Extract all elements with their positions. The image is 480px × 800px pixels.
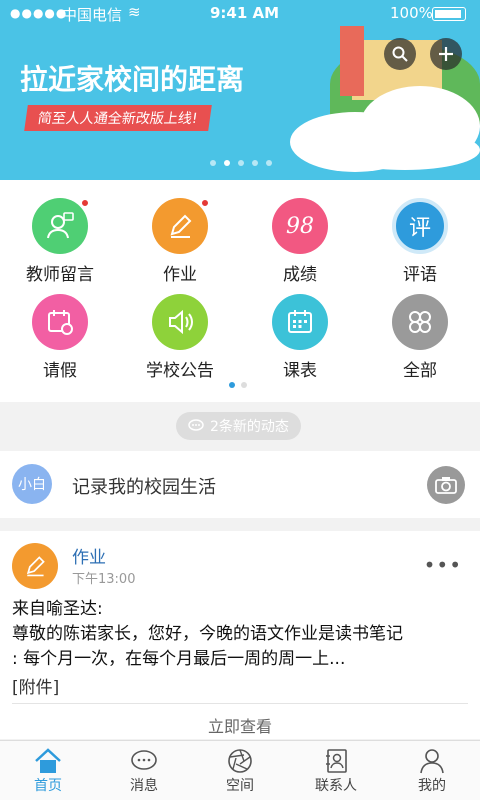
grid-label: 学校公告 <box>146 361 214 381</box>
announcement-speaker-icon <box>152 294 208 350</box>
grid-item-announcement[interactable]: 学校公告 <box>120 294 240 381</box>
page-dot <box>238 160 244 166</box>
grid-item-homework[interactable]: 作业 <box>120 198 240 285</box>
attachment-link[interactable]: [附件] <box>12 673 59 698</box>
grade-icon: 98 <box>272 198 328 254</box>
message-bubble-icon <box>131 750 157 770</box>
grid-item-leave[interactable]: 请假 <box>0 294 120 381</box>
contacts-icon <box>326 749 347 773</box>
grid-item-comments[interactable]: 评 评语 <box>360 198 480 285</box>
tab-label: 空间 <box>226 778 254 794</box>
homework-pencil-icon <box>12 543 58 589</box>
carrier-label: 中国电信 <box>62 6 123 24</box>
grid-item-schedule[interactable]: 课表 <box>240 294 360 381</box>
view-now-button[interactable]: 立即查看 <box>0 713 480 737</box>
user-avatar[interactable]: 小白 <box>12 464 52 504</box>
grid-label: 作业 <box>163 265 197 285</box>
homework-pencil-icon <box>152 198 210 254</box>
banner-title: 拉近家校间的距离 <box>20 63 245 96</box>
post-text: : 每个月一次，在每个月最后一周的周一上... <box>12 649 346 669</box>
camera-icon <box>435 477 457 494</box>
tab-space[interactable]: 空间 <box>192 747 288 795</box>
grid-label: 课表 <box>283 361 317 381</box>
post-sender: 来自喻圣达: <box>12 599 103 619</box>
page-dot <box>266 160 272 166</box>
tab-label: 消息 <box>130 778 158 794</box>
page-dot <box>210 160 216 166</box>
chat-bubble-icon <box>188 419 204 431</box>
record-life-bar[interactable]: 小白 记录我的校园生活 <box>0 451 480 518</box>
banner[interactable]: ●●●●● 中国电信 ≋ 9:41 AM 100% 拉近家校间的距离 简至人人通… <box>0 0 480 180</box>
tab-label: 联系人 <box>315 778 357 794</box>
banner-pagination <box>210 160 272 166</box>
post-text: 尊敬的陈诺家长，您好，今晚的语文作业是读书笔记 <box>12 624 403 644</box>
home-icon <box>35 748 61 773</box>
battery-percent: 100% <box>390 4 433 22</box>
search-icon <box>392 46 408 62</box>
tab-messages[interactable]: 消息 <box>96 747 192 795</box>
tab-home[interactable]: 首页 <box>0 747 96 795</box>
all-clover-icon <box>392 294 448 350</box>
leave-calendar-icon <box>32 294 88 350</box>
search-button[interactable] <box>384 38 416 70</box>
more-options-button[interactable]: ••• <box>424 553 462 577</box>
camera-button[interactable] <box>427 466 465 504</box>
comment-glyph: 评 <box>408 216 431 241</box>
page-dot <box>241 382 247 388</box>
grid-label: 教师留言 <box>26 265 94 285</box>
tab-bar: 首页 消息 空间 联系人 我的 <box>0 740 480 800</box>
battery-icon <box>432 7 466 21</box>
aperture-icon <box>228 749 252 773</box>
new-updates-pill[interactable]: 2条新的动态 <box>176 412 301 440</box>
tab-label: 首页 <box>34 778 62 794</box>
comment-icon: 评 <box>392 198 448 254</box>
status-bar: ●●●●● 中国电信 ≋ 9:41 AM 100% <box>0 0 480 28</box>
page-dot <box>252 160 258 166</box>
wifi-icon: ≋ <box>128 3 141 21</box>
post-time: 下午13:00 <box>72 572 136 587</box>
unread-badge <box>200 198 210 208</box>
add-button[interactable] <box>430 38 462 70</box>
post-title: 作业 <box>72 548 106 568</box>
grid-label: 全部 <box>403 361 437 381</box>
grid-label: 请假 <box>43 361 77 381</box>
plus-icon <box>439 47 453 61</box>
new-updates-label: 2条新的动态 <box>210 419 289 435</box>
grid-item-teacher-message[interactable]: 教师留言 <box>0 198 120 285</box>
grid-pagination <box>229 382 247 388</box>
signal-icon: ●●●●● <box>10 6 68 20</box>
banner-subtitle: 简至人人通全新改版上线! <box>24 105 212 131</box>
teacher-message-icon <box>32 198 90 254</box>
tab-label: 我的 <box>418 778 446 794</box>
schedule-calendar-icon <box>272 294 328 350</box>
divider <box>12 703 468 704</box>
unread-badge <box>80 198 90 208</box>
grid-label: 成绩 <box>283 265 317 285</box>
tab-me[interactable]: 我的 <box>384 747 480 795</box>
feed-card[interactable]: 作业 下午13:00 ••• 来自喻圣达: 尊敬的陈诺家长，您好，今晚的语文作业… <box>0 531 480 739</box>
tower-illustration <box>340 26 364 96</box>
clock: 9:41 AM <box>210 4 280 22</box>
feature-grid: 教师留言 作业 98 成绩 评 评语 请假 学校公告 课表 全部 <box>0 180 480 402</box>
post-body: 来自喻圣达: 尊敬的陈诺家长，您好，今晚的语文作业是读书笔记 : 每个月一次，在… <box>12 597 472 672</box>
record-prompt[interactable]: 记录我的校园生活 <box>72 473 216 499</box>
grid-item-all[interactable]: 全部 <box>360 294 480 381</box>
grid-item-grades[interactable]: 98 成绩 <box>240 198 360 285</box>
tab-contacts[interactable]: 联系人 <box>288 747 384 795</box>
grid-label: 评语 <box>403 265 437 285</box>
cloud-illustration <box>330 130 480 170</box>
page-dot <box>224 160 230 166</box>
grade-glyph: 98 <box>286 213 314 239</box>
person-icon <box>420 749 444 774</box>
page-dot <box>229 382 235 388</box>
